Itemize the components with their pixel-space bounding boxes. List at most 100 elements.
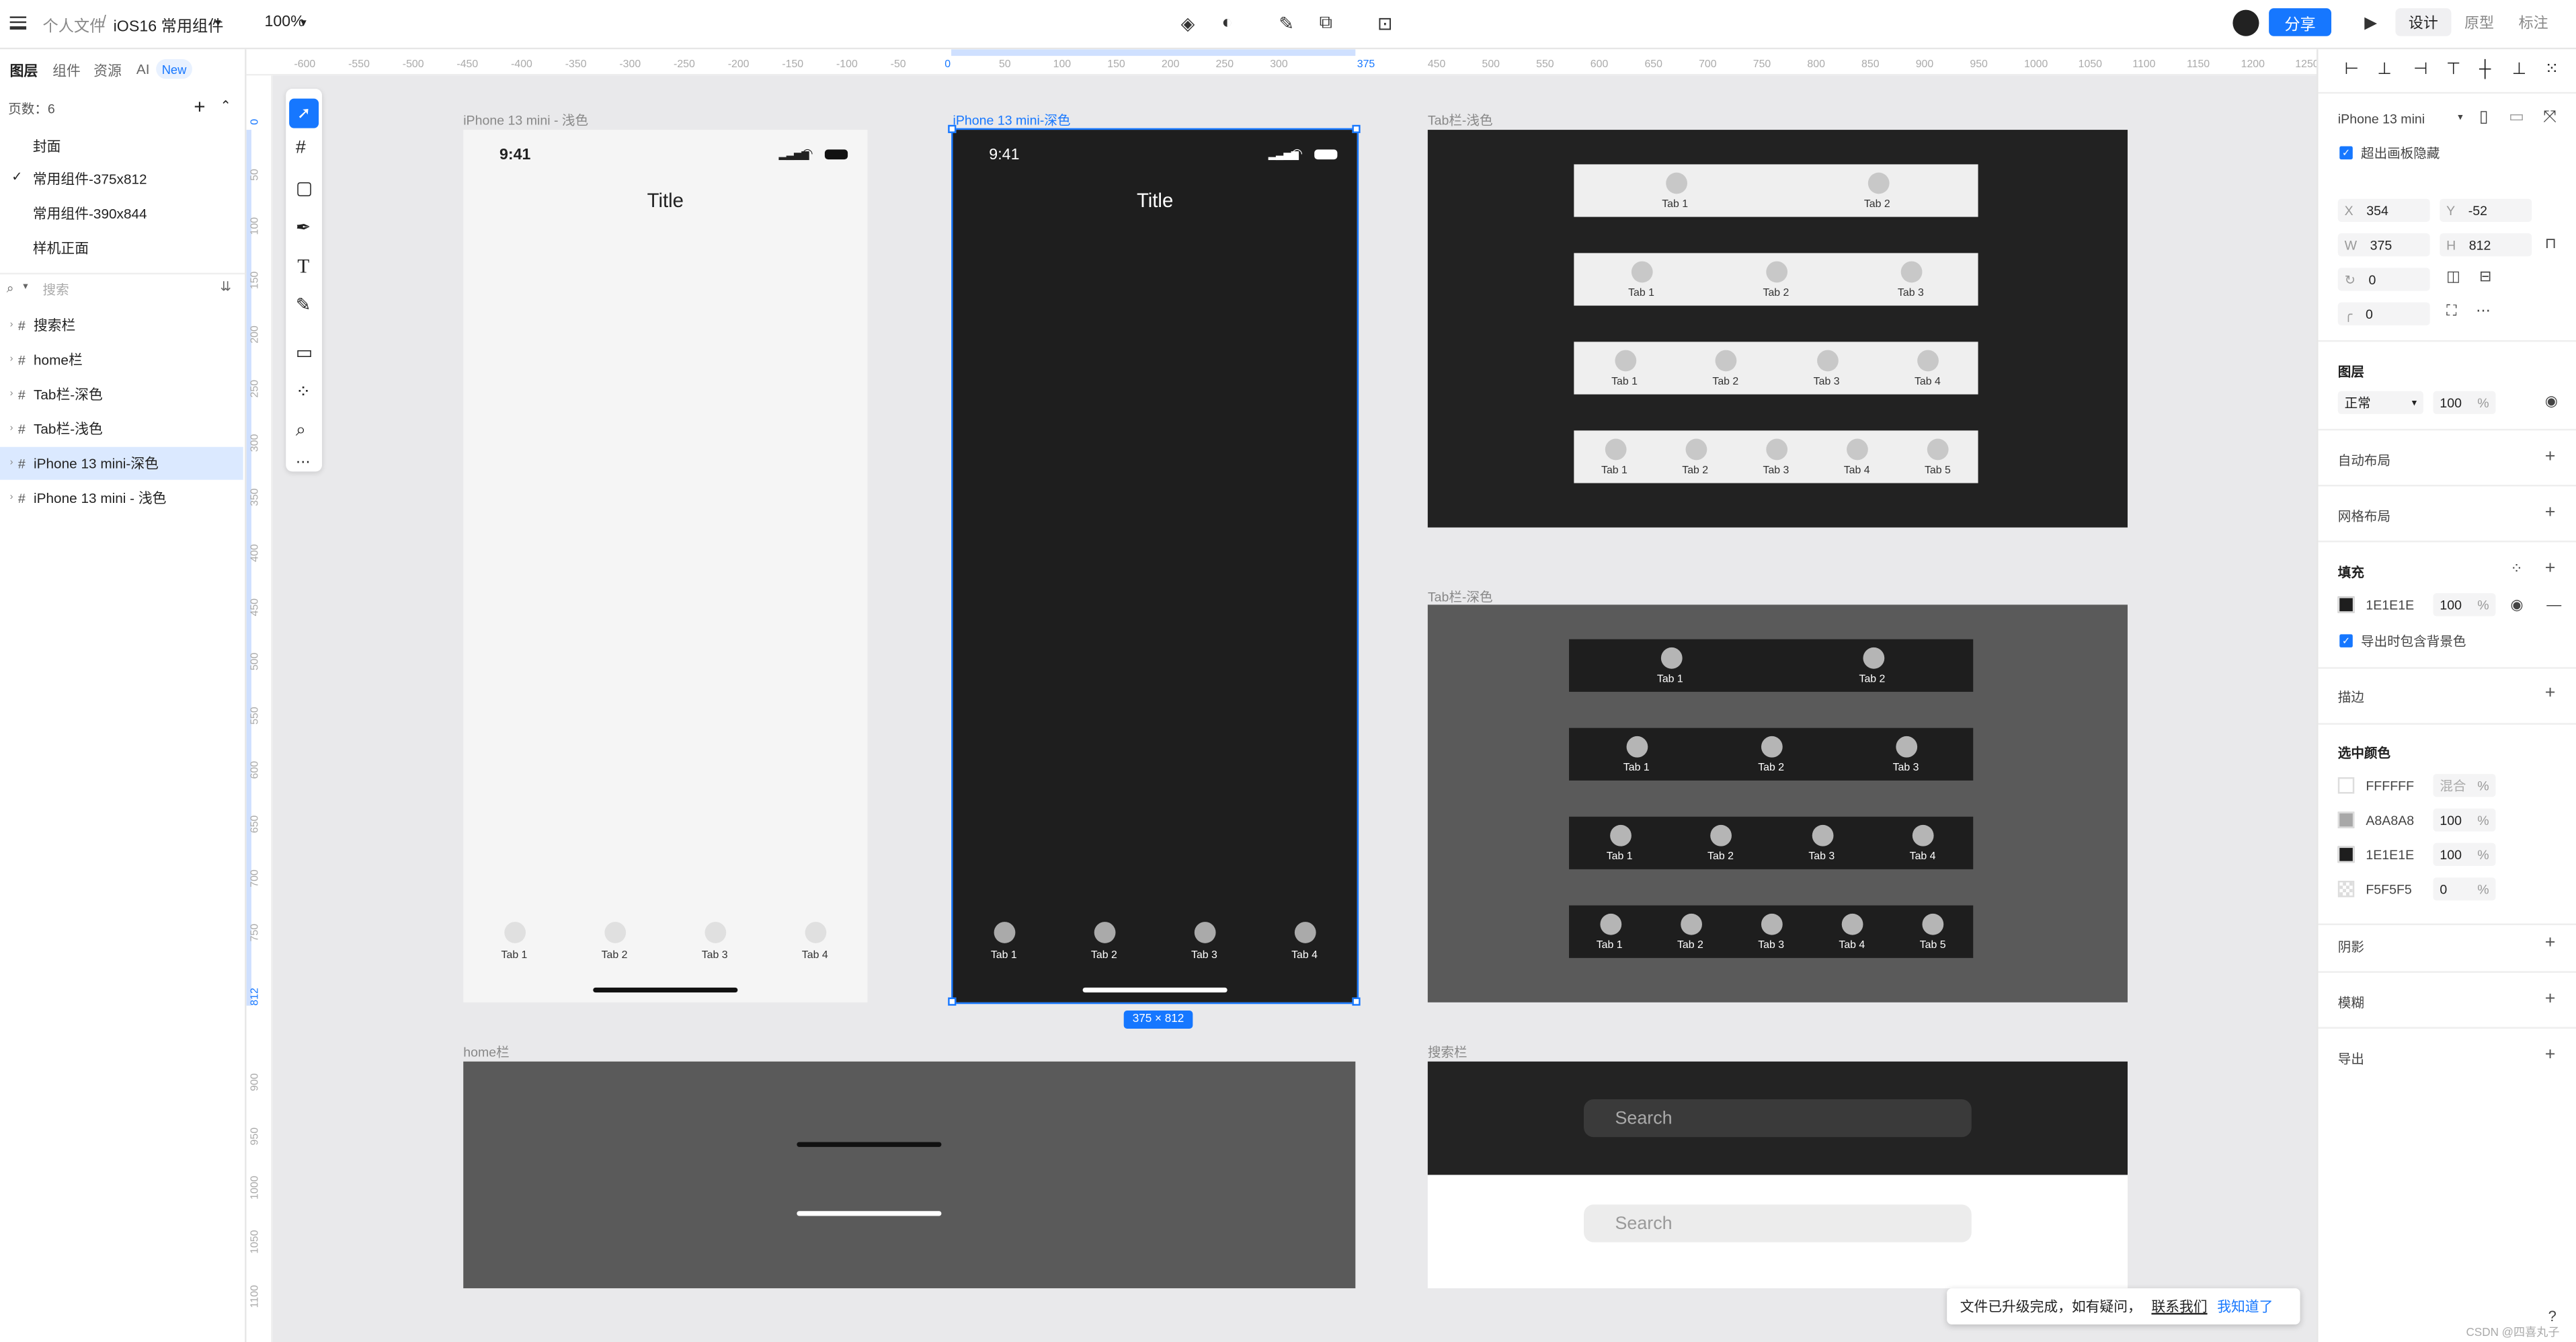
chevron-down-icon[interactable]: ▾	[2458, 112, 2462, 124]
tab-icon[interactable]	[1194, 922, 1216, 943]
tab-icon[interactable]	[1867, 172, 1889, 194]
tab-label[interactable]: Tab 3	[1873, 762, 1939, 774]
tab-label[interactable]: Tab 1	[1592, 377, 1658, 388]
tab-label[interactable]: Tab 2	[1688, 851, 1754, 863]
eye-icon[interactable]: ◉	[2545, 393, 2558, 411]
frame-label[interactable]: iPhone 13 mini - 浅色	[463, 112, 588, 130]
layer-search-input[interactable]: 搜索	[43, 281, 69, 299]
tab-label[interactable]: Tab 1	[1586, 851, 1652, 863]
tab-icon[interactable]	[1862, 647, 1884, 669]
tab-label[interactable]: Tab 3	[1789, 851, 1855, 863]
tab-bar-row[interactable]: Tab 1 Tab 2 Tab 3	[1569, 727, 1974, 781]
tab-icon[interactable]	[1917, 350, 1939, 372]
dismiss-link[interactable]: 我知道了	[2217, 1296, 2273, 1316]
clip-content-checkbox[interactable]: ✓	[2339, 146, 2353, 160]
tab-icon[interactable]	[1927, 438, 1949, 461]
tab-label[interactable]: Tab 4	[1890, 851, 1956, 863]
export-bg-checkbox[interactable]: ✓	[2339, 634, 2353, 647]
breadcrumb-root[interactable]: 个人文件	[43, 13, 106, 36]
tab-label[interactable]: Tab 2	[1844, 199, 1910, 210]
design-canvas[interactable]: ➚ # ▢ ✒ T ✎ ▭ ⁘ ⌕ ⋯ iPhone 13 mini - 浅色 …	[272, 75, 2317, 1342]
tab-icon[interactable]	[1609, 824, 1632, 846]
tab-label[interactable]: Tab 1	[1603, 762, 1669, 774]
add-icon[interactable]: +	[2545, 933, 2556, 953]
resize-handle[interactable]	[948, 997, 957, 1006]
portrait-icon[interactable]: ▯	[2479, 108, 2488, 126]
tab-icon[interactable]	[1604, 438, 1626, 461]
add-icon[interactable]: +	[2545, 447, 2556, 467]
tab-icon[interactable]	[1923, 913, 1945, 935]
page-item[interactable]: 封面	[33, 136, 61, 156]
tab-icon[interactable]	[1680, 913, 1702, 935]
align-center-v-icon[interactable]: ┼	[2479, 61, 2491, 79]
tab-icon[interactable]	[1847, 438, 1869, 461]
tab-icon[interactable]	[1710, 824, 1732, 846]
add-icon[interactable]: +	[2545, 503, 2556, 522]
tab-label[interactable]: Tab 2	[1662, 465, 1728, 477]
tab-label[interactable]: Tab 4	[1895, 377, 1961, 388]
tab-icon[interactable]	[1660, 647, 1682, 669]
tab-bar-row[interactable]: Tab 1 Tab 2 Tab 3	[1574, 253, 1978, 306]
tab-bar-row[interactable]: Tab 1 Tab 2	[1574, 164, 1978, 217]
share-button[interactable]: 分享	[2269, 8, 2332, 36]
component-icon[interactable]: ◈	[1176, 11, 1199, 34]
tab-label[interactable]: Tab 5	[1905, 465, 1971, 477]
resize-handle[interactable]	[948, 124, 957, 133]
page-item[interactable]: 常用组件-390x844	[33, 204, 147, 223]
tab-bar-row[interactable]: Tab 1 Tab 2 Tab 3 Tab 4	[1569, 816, 1974, 869]
tab-label[interactable]: Tab 5	[1900, 940, 1966, 951]
phone-frame-light[interactable]: 9:41 ▂▃▅▆ ◠ Title Tab 1 Tab 2 Tab 3 Tab 4	[463, 130, 868, 1002]
tab-label[interactable]: Tab 3	[682, 950, 748, 961]
tab-bar-row[interactable]: Tab 1 Tab 2 Tab 3 Tab 4	[1574, 342, 1978, 395]
theme-icon[interactable]: ◐	[1216, 11, 1239, 34]
tab-label[interactable]: Tab 1	[1642, 199, 1708, 210]
opacity-field[interactable]: 100%	[2433, 391, 2496, 414]
search-input-light[interactable]: Search	[1584, 1204, 1972, 1242]
tab-label[interactable]: Tab 2	[1738, 762, 1804, 774]
tab-label[interactable]: Tab 1	[1576, 940, 1642, 951]
phone-frame-dark[interactable]: 9:41 ▂▃▅▆ ◠ Title Tab 1 Tab 2 Tab 3 Tab 4	[948, 124, 1361, 1006]
tab-icon[interactable]	[1842, 913, 1863, 935]
tab-label[interactable]: Tab 3	[1794, 377, 1859, 388]
layer-item[interactable]: › # Tab栏-深色	[0, 378, 243, 411]
zoom-level[interactable]: 100%	[264, 13, 304, 32]
frame-tool-icon[interactable]: #	[296, 138, 306, 157]
tab-icon[interactable]	[1614, 350, 1636, 372]
add-icon[interactable]: +	[2545, 684, 2556, 703]
pencil-icon[interactable]: ✎	[296, 294, 311, 315]
comment-icon[interactable]: ▭	[296, 342, 313, 363]
color-opacity-field[interactable]: 混合%	[2433, 774, 2496, 797]
more-icon[interactable]: ⋯	[296, 454, 311, 472]
tab-design[interactable]: 设计	[2395, 8, 2452, 36]
tab-label[interactable]: Tab 3	[1743, 465, 1809, 477]
tab-label[interactable]: Tab 1	[1637, 674, 1703, 685]
search-input-dark[interactable]: Search	[1584, 1099, 1972, 1138]
x-field[interactable]: X 354	[2337, 198, 2430, 222]
boolean-icon[interactable]: ⧉	[1314, 11, 1337, 34]
tab-label[interactable]: Tab 3	[1878, 288, 1943, 299]
tab-icon[interactable]	[1761, 736, 1783, 758]
frame-label[interactable]: iPhone 13 mini-深色	[953, 112, 1071, 130]
tab-label[interactable]: Tab 1	[481, 950, 547, 961]
tab-components[interactable]: 组件	[52, 61, 81, 80]
flip-h-icon[interactable]: ◫	[2446, 268, 2460, 286]
tab-label[interactable]: Tab 2	[1657, 940, 1723, 951]
add-page-icon[interactable]: +	[194, 95, 205, 118]
frame-label[interactable]: Tab栏-浅色	[1428, 112, 1493, 130]
color-opacity-field[interactable]: 100%	[2433, 842, 2496, 866]
tab-icon[interactable]	[1816, 350, 1839, 372]
align-bottom-icon[interactable]: ⊥	[2512, 61, 2526, 79]
layer-item-selected[interactable]: › # iPhone 13 mini-深色	[0, 446, 243, 480]
tab-bar-row[interactable]: Tab 1 Tab 2 Tab 3 Tab 4 Tab 5	[1574, 430, 1978, 483]
tab-icon[interactable]	[1631, 261, 1653, 283]
tab-icon[interactable]	[805, 922, 827, 943]
tab-label[interactable]: Tab 1	[1582, 465, 1648, 477]
w-field[interactable]: W 375	[2337, 233, 2430, 257]
add-icon[interactable]: +	[2545, 559, 2556, 578]
tab-icon[interactable]	[1900, 261, 1923, 283]
page-item[interactable]: 常用组件-375x812	[33, 169, 147, 189]
tab-annotate[interactable]: 标注	[2507, 8, 2560, 36]
layer-item[interactable]: › # home栏	[0, 344, 243, 377]
tab-bar-dark-frame[interactable]: Tab 1 Tab 2 Tab 1 Tab 2 Tab 3 Tab 1 Tab 2 Tab 3…	[1427, 604, 2128, 1002]
corner-icon[interactable]: ⛶	[2446, 303, 2456, 321]
